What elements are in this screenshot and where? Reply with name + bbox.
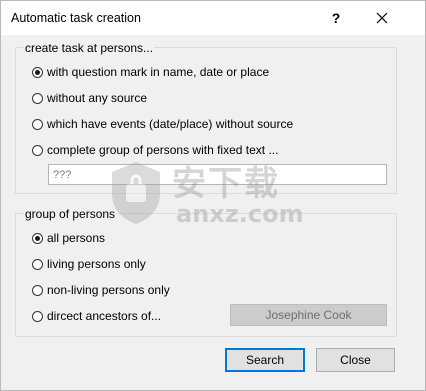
radio-label: all persons	[47, 231, 106, 245]
help-button[interactable]: ?	[321, 1, 351, 35]
radio-question-mark[interactable]: with question mark in name, date or plac…	[32, 63, 269, 81]
radio-label: with question mark in name, date or plac…	[47, 65, 270, 79]
radio-label: without any source	[47, 91, 148, 105]
select-person-button[interactable]: Josephine Cook	[230, 304, 387, 326]
radio-all-persons[interactable]: all persons	[32, 229, 105, 247]
close-button[interactable]: Close	[316, 348, 395, 372]
window-title: Automatic task creation	[11, 11, 141, 25]
radio-living-persons[interactable]: living persons only	[32, 255, 146, 273]
radio-direct-ancestors[interactable]: dircect ancestors of...	[32, 307, 161, 325]
search-button[interactable]: Search	[225, 348, 305, 372]
radio-circle[interactable]	[32, 284, 43, 296]
title-bar: Automatic task creation ?	[1, 1, 425, 35]
radio-circle[interactable]	[32, 232, 43, 244]
persons-group-title: group of persons	[24, 207, 117, 221]
automatic-task-creation-dialog: Automatic task creation ? create task at…	[0, 0, 426, 391]
radio-circle[interactable]	[32, 144, 43, 156]
radio-label: non-living persons only	[47, 283, 170, 297]
help-icon: ?	[331, 10, 341, 26]
radio-events-without-source[interactable]: which have events (date/place) without s…	[32, 115, 293, 133]
radio-circle[interactable]	[32, 92, 43, 104]
radio-circle[interactable]	[32, 310, 43, 322]
radio-without-source[interactable]: without any source	[32, 89, 147, 107]
radio-circle[interactable]	[32, 118, 43, 130]
radio-circle[interactable]	[32, 66, 43, 78]
radio-circle[interactable]	[32, 258, 43, 270]
radio-non-living-persons[interactable]: non-living persons only	[32, 281, 170, 299]
radio-label: dircect ancestors of...	[47, 309, 162, 323]
radio-label: living persons only	[47, 257, 146, 271]
close-icon	[376, 12, 388, 24]
window-close-button[interactable]	[363, 1, 401, 35]
radio-label: which have events (date/place) without s…	[47, 117, 294, 131]
task-criteria-group-title: create task at persons...	[24, 41, 155, 55]
radio-label: complete group of persons with fixed tex…	[47, 143, 279, 157]
radio-fixed-text[interactable]: complete group of persons with fixed tex…	[32, 141, 278, 159]
fixed-text-input[interactable]	[48, 164, 387, 185]
